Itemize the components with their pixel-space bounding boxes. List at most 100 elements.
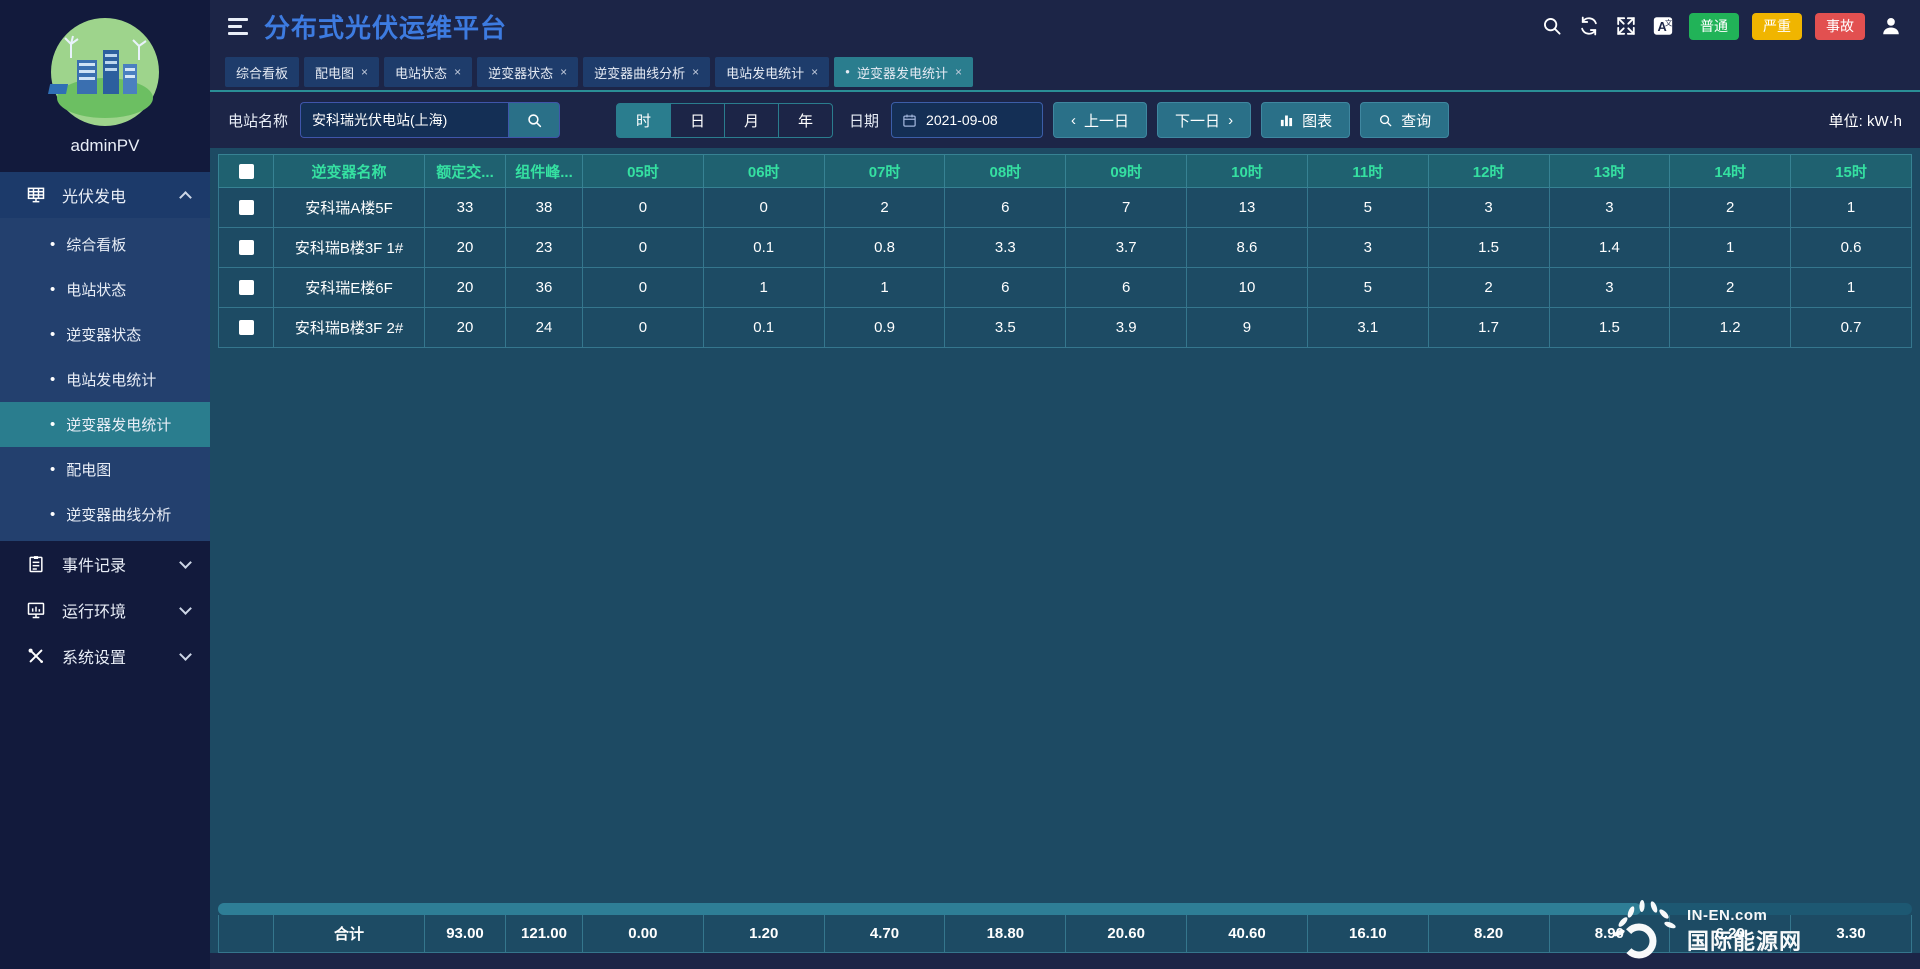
value-cell: 0 bbox=[704, 188, 825, 228]
inverter-name-cell: 安科瑞A楼5F bbox=[274, 188, 425, 228]
value-cell: 36 bbox=[506, 268, 583, 308]
sidebar-item-label: 逆变器状态 bbox=[66, 324, 141, 345]
sidebar-group-0[interactable]: 光伏发电 bbox=[0, 172, 210, 218]
tab[interactable]: 电站发电统计× bbox=[715, 57, 829, 87]
refresh-icon[interactable] bbox=[1578, 15, 1600, 37]
alarm-badge[interactable]: 普通 bbox=[1689, 13, 1739, 40]
close-tab-icon[interactable]: × bbox=[955, 65, 962, 79]
total-value-cell: 20.60 bbox=[1066, 915, 1187, 953]
sidebar-item[interactable]: • 综合看板 bbox=[0, 222, 210, 267]
horizontal-scrollbar-thumb[interactable] bbox=[218, 903, 1641, 915]
inverter-name-cell: 安科瑞E楼6F bbox=[274, 268, 425, 308]
date-picker[interactable]: 2021-09-08 bbox=[891, 102, 1043, 138]
sidebar-item[interactable]: •逆变器发电统计 bbox=[0, 402, 210, 447]
table-row: 安科瑞B楼3F 1#202300.10.83.33.78.631.51.410.… bbox=[218, 228, 1912, 268]
period-option[interactable]: 日 bbox=[670, 103, 725, 138]
value-cell: 0 bbox=[583, 308, 704, 348]
date-value: 2021-09-08 bbox=[926, 112, 998, 128]
chevron-down-icon bbox=[179, 556, 192, 569]
row-checkbox[interactable] bbox=[239, 240, 254, 255]
sidebar-item-label: 电站状态 bbox=[66, 279, 126, 300]
next-day-button[interactable]: 下一日 › bbox=[1157, 102, 1251, 138]
value-cell: 0.7 bbox=[1791, 308, 1912, 348]
value-cell: 1 bbox=[1670, 228, 1791, 268]
close-tab-icon[interactable]: × bbox=[361, 65, 368, 79]
alarm-badge[interactable]: 事故 bbox=[1815, 13, 1865, 40]
chevron-up-icon bbox=[179, 191, 192, 204]
close-tab-icon[interactable]: × bbox=[560, 65, 567, 79]
sidebar-group-3[interactable]: 系统设置 bbox=[0, 633, 210, 679]
fullscreen-icon[interactable] bbox=[1615, 15, 1637, 37]
search-icon[interactable] bbox=[1541, 15, 1563, 37]
period-option[interactable]: 月 bbox=[724, 103, 779, 138]
sidebar-item[interactable]: •配电图 bbox=[0, 447, 210, 492]
close-tab-icon[interactable]: × bbox=[692, 65, 699, 79]
tab[interactable]: 综合看板 bbox=[225, 57, 299, 87]
value-cell: 0.9 bbox=[825, 308, 946, 348]
value-cell: 1.5 bbox=[1429, 228, 1550, 268]
station-name-input[interactable] bbox=[300, 102, 508, 138]
tab[interactable]: 配电图× bbox=[304, 57, 379, 87]
row-checkbox[interactable] bbox=[239, 200, 254, 215]
row-checkbox-cell bbox=[218, 188, 274, 228]
value-cell: 3 bbox=[1308, 228, 1429, 268]
row-checkbox[interactable] bbox=[239, 280, 254, 295]
period-option[interactable]: 时 bbox=[616, 103, 671, 138]
value-cell: 0.8 bbox=[825, 228, 946, 268]
close-tab-icon[interactable]: × bbox=[811, 65, 818, 79]
select-all-checkbox[interactable] bbox=[239, 164, 254, 179]
alarm-badges: 普通严重事故 bbox=[1689, 13, 1865, 40]
sidebar-group-2[interactable]: 运行环境 bbox=[0, 587, 210, 633]
user-icon[interactable] bbox=[1880, 15, 1902, 37]
topbar-actions: A文 普通严重事故 bbox=[1541, 13, 1902, 40]
sidebar-item-label: 电站发电统计 bbox=[66, 369, 156, 390]
total-value-cell: 16.10 bbox=[1308, 915, 1429, 953]
value-cell: 1 bbox=[1791, 188, 1912, 228]
period-option[interactable]: 年 bbox=[778, 103, 833, 138]
tab[interactable]: 逆变器状态× bbox=[477, 57, 578, 87]
total-value-cell: 4.70 bbox=[825, 915, 946, 953]
value-cell: 0.6 bbox=[1791, 228, 1912, 268]
tab[interactable]: ●逆变器发电统计× bbox=[834, 57, 973, 87]
value-cell: 2 bbox=[1429, 268, 1550, 308]
value-cell: 3 bbox=[1550, 268, 1671, 308]
value-cell: 24 bbox=[506, 308, 583, 348]
sidebar-item[interactable]: •逆变器曲线分析 bbox=[0, 492, 210, 537]
tab-label: 电站状态 bbox=[395, 63, 447, 82]
column-header: 13时 bbox=[1550, 154, 1671, 188]
value-cell: 3 bbox=[1429, 188, 1550, 228]
chart-view-button[interactable]: 图表 bbox=[1261, 102, 1350, 138]
sidebar-item[interactable]: •电站状态 bbox=[0, 267, 210, 312]
value-cell: 1 bbox=[1791, 268, 1912, 308]
column-header: 05时 bbox=[583, 154, 704, 188]
alarm-badge[interactable]: 严重 bbox=[1752, 13, 1802, 40]
pv-platform-app: adminPV 光伏发电•综合看板•电站状态•逆变器状态•电站发电统计•逆变器发… bbox=[0, 0, 1920, 969]
footer-empty-cell bbox=[218, 915, 274, 953]
page-title: 分布式光伏运维平台 bbox=[264, 8, 507, 45]
query-button[interactable]: 查询 bbox=[1360, 102, 1449, 138]
sidebar-group-1[interactable]: 事件记录 bbox=[0, 541, 210, 587]
column-header: 08时 bbox=[945, 154, 1066, 188]
column-header: 06时 bbox=[704, 154, 825, 188]
sidebar-group-label: 运行环境 bbox=[62, 598, 126, 622]
bullet-icon: • bbox=[50, 371, 55, 388]
station-search-button[interactable] bbox=[508, 102, 560, 138]
watermark-domain: IN-EN.com bbox=[1687, 907, 1802, 924]
bar-chart-icon bbox=[1279, 113, 1294, 128]
translate-icon[interactable]: A文 bbox=[1652, 15, 1674, 37]
sidebar-item-label: 综合看板 bbox=[66, 234, 126, 255]
bullet-icon: • bbox=[50, 236, 55, 253]
row-checkbox[interactable] bbox=[239, 320, 254, 335]
previous-day-button[interactable]: ‹ 上一日 bbox=[1053, 102, 1147, 138]
column-header: 07时 bbox=[825, 154, 946, 188]
bullet-icon: • bbox=[50, 416, 55, 433]
sidebar-item[interactable]: •逆变器状态 bbox=[0, 312, 210, 357]
active-dot-icon: ● bbox=[845, 68, 850, 76]
chevron-right-icon: › bbox=[1228, 112, 1233, 129]
close-tab-icon[interactable]: × bbox=[454, 65, 461, 79]
value-cell: 3.5 bbox=[945, 308, 1066, 348]
tab[interactable]: 逆变器曲线分析× bbox=[583, 57, 710, 87]
collapse-sidebar-icon[interactable] bbox=[228, 18, 248, 35]
tab[interactable]: 电站状态 × bbox=[384, 57, 472, 87]
sidebar-item[interactable]: • 电站发电统计 bbox=[0, 357, 210, 402]
